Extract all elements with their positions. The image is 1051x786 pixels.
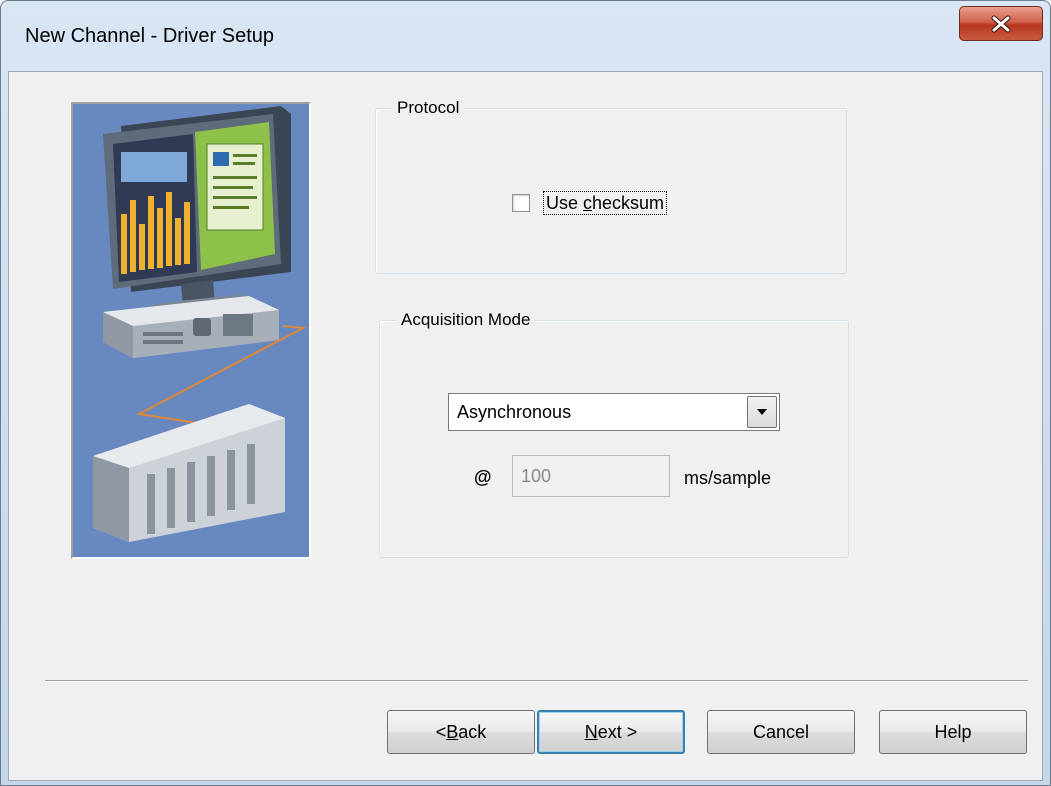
title-bar[interactable]: New Channel - Driver Setup [1,1,1050,71]
dialog-window: New Channel - Driver Setup Protocol Use … [0,0,1051,786]
window-title: New Channel - Driver Setup [25,25,274,47]
acquisition-mode-value: Asynchronous [457,402,572,422]
at-label: @ [474,467,492,487]
computer-plc-illustration [71,102,311,559]
protocol-group: Protocol Use checksum [375,98,847,274]
use-checksum-label[interactable]: Use checksum [543,191,668,215]
acquisition-mode-group-label: Acquisition Mode [396,310,536,330]
cancel-button[interactable]: Cancel [707,710,855,754]
acquisition-mode-select[interactable]: Asynchronous [448,393,780,431]
use-checksum-checkbox[interactable] [512,194,530,212]
chevron-down-icon [757,409,767,415]
sample-rate-unit: ms/sample [684,468,772,488]
back-button[interactable]: < Back [387,710,535,754]
acquisition-mode-group: Acquisition Mode Asynchronous @ ms/sampl… [379,310,849,558]
dialog-client-area: Protocol Use checksum Acquisition Mode A… [8,71,1043,781]
acquisition-mode-dropdown-button[interactable] [747,396,777,428]
next-button[interactable]: Next > [537,710,685,754]
protocol-group-label: Protocol [392,98,465,118]
help-button[interactable]: Help [879,710,1027,754]
close-button[interactable] [959,6,1043,41]
close-icon [991,15,1011,32]
button-separator [45,680,1028,682]
use-checksum-option[interactable]: Use checksum [512,191,668,215]
sample-rate-input[interactable] [512,455,670,497]
